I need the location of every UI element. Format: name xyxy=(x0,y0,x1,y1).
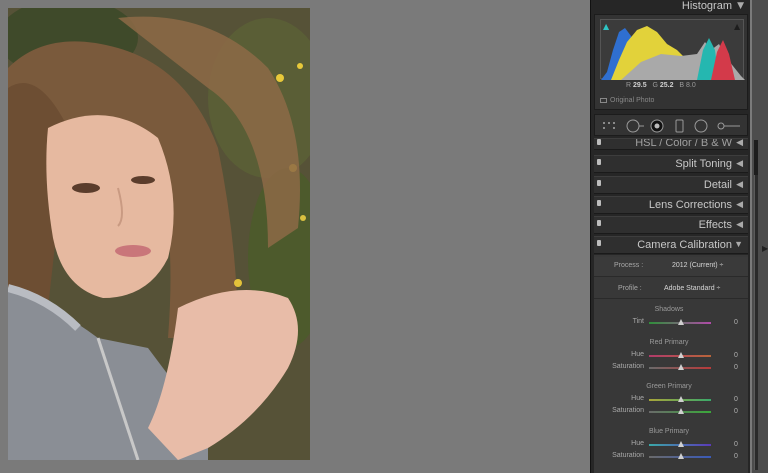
radial-filter-icon[interactable] xyxy=(694,119,708,133)
panel-switch-icon[interactable] xyxy=(597,159,601,165)
slider-thumb[interactable] xyxy=(678,453,684,459)
blue-saturation-label: Saturation xyxy=(612,452,644,459)
graduated-filter-icon[interactable] xyxy=(675,119,684,133)
profile-row: Profile : Adobe Standard ÷ xyxy=(594,279,748,299)
panel-detail[interactable]: Detail ◀ xyxy=(594,176,748,194)
panel-camera-calibration[interactable]: Camera Calibration ▼ xyxy=(594,236,748,254)
crop-icon[interactable] xyxy=(603,122,615,129)
blue-hue-label: Hue xyxy=(631,440,644,447)
panel-switch-icon[interactable] xyxy=(597,240,601,246)
green-saturation-slider[interactable] xyxy=(649,408,711,414)
red-saturation-label: Saturation xyxy=(612,363,644,370)
blue-hue-slider[interactable] xyxy=(649,441,711,447)
green-hue-slider[interactable] xyxy=(649,396,711,402)
slider-thumb[interactable] xyxy=(678,319,684,325)
shadows-title: Shadows xyxy=(654,306,684,313)
brush-icon[interactable] xyxy=(717,122,725,130)
collapse-icon: ◀ xyxy=(736,158,743,168)
green-hue-label: Hue xyxy=(631,395,644,402)
red-hue-value[interactable]: 0 xyxy=(734,352,738,359)
tint-label: Tint xyxy=(632,318,644,325)
panel-switch-icon[interactable] xyxy=(597,200,601,206)
shadow-clipping-icon[interactable]: ▲ xyxy=(603,22,609,31)
blue-saturation-slider[interactable] xyxy=(649,453,711,459)
histogram-readout: R 29.5 G 25.2 B 8.0 xyxy=(626,82,696,89)
tool-strip xyxy=(594,114,748,136)
r-value: 29.5 xyxy=(633,82,647,89)
expand-icon: ▼ xyxy=(737,1,744,11)
panel-hsl[interactable]: HSL / Color / B & W ◀ xyxy=(594,138,748,150)
blue-hue-value[interactable]: 0 xyxy=(734,441,738,448)
slider-thumb[interactable] xyxy=(678,408,684,414)
histogram-graph[interactable] xyxy=(600,19,745,80)
slider-thumb[interactable] xyxy=(678,364,684,370)
collapse-icon: ◀ xyxy=(736,199,743,209)
scroll-thumb[interactable] xyxy=(754,175,758,470)
spot-removal-icon[interactable] xyxy=(626,119,640,133)
slider-thumb[interactable] xyxy=(678,352,684,358)
panel-collapse-arrow-icon[interactable]: ▶ xyxy=(762,244,768,253)
panel-switch-icon[interactable] xyxy=(597,180,601,186)
histogram-header[interactable]: Histogram ▼ xyxy=(594,0,748,14)
panel-split-toning[interactable]: Split Toning ◀ xyxy=(594,155,748,173)
slider-thumb[interactable] xyxy=(678,441,684,447)
tint-slider[interactable] xyxy=(649,319,711,325)
collapse-icon: ◀ xyxy=(736,138,743,147)
panel-lens-corrections[interactable]: Lens Corrections ◀ xyxy=(594,196,748,214)
collapse-icon: ◀ xyxy=(736,219,743,229)
tool-icons xyxy=(603,119,740,133)
green-primary-title: Green Primary xyxy=(646,383,692,390)
expand-icon: ▼ xyxy=(734,239,743,249)
panel-switch-icon[interactable] xyxy=(597,220,601,226)
photo-preview[interactable] xyxy=(8,8,310,460)
collapse-icon: ◀ xyxy=(736,179,743,189)
green-saturation-value[interactable]: 0 xyxy=(734,408,738,415)
histogram-curves xyxy=(601,26,745,80)
red-saturation-slider[interactable] xyxy=(649,364,711,370)
slider-thumb[interactable] xyxy=(678,396,684,402)
process-row: Process : 2012 (Current) ÷ xyxy=(594,257,748,277)
profile-select[interactable]: Adobe Standard ÷ xyxy=(664,285,720,292)
checkbox-icon[interactable] xyxy=(600,97,607,103)
green-saturation-label: Saturation xyxy=(612,407,644,414)
red-hue-slider[interactable] xyxy=(649,352,711,358)
panel-switch-icon[interactable] xyxy=(597,139,601,145)
blue-saturation-value[interactable]: 0 xyxy=(734,453,738,460)
highlight-clipping-icon[interactable]: ▲ xyxy=(734,22,740,31)
photo-image xyxy=(8,8,310,460)
g-value: 25.2 xyxy=(659,82,674,89)
histogram-title: Histogram xyxy=(681,0,732,12)
green-hue-value[interactable]: 0 xyxy=(734,396,738,403)
red-saturation-value[interactable]: 0 xyxy=(734,364,738,371)
original-photo-toggle[interactable]: Original Photo xyxy=(600,97,654,104)
red-primary-title: Red Primary xyxy=(649,339,689,346)
profile-label: Profile : xyxy=(618,285,642,292)
blue-primary-title: Blue Primary xyxy=(648,428,690,435)
b-value: 8.0 xyxy=(685,82,696,89)
red-hue-label: Hue xyxy=(631,351,644,358)
process-label: Process : xyxy=(614,262,644,269)
process-select[interactable]: 2012 (Current) ÷ xyxy=(672,262,723,269)
panel-effects[interactable]: Effects ◀ xyxy=(594,216,748,234)
tint-value[interactable]: 0 xyxy=(734,319,738,326)
